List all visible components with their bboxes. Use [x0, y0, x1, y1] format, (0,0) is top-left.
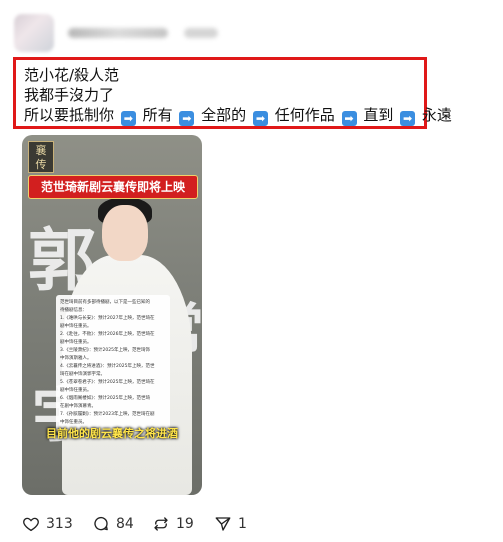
post-text-line-2: 我都手沒力了 — [24, 86, 115, 104]
blurred-username[interactable] — [68, 28, 168, 38]
person-face — [102, 205, 148, 261]
list-line: 4.《云襄传之将进酒》：预计2025年上映，范世 — [60, 364, 155, 369]
reply-button[interactable]: 84 — [92, 514, 134, 534]
right-arrow-icon: ➡ — [179, 111, 195, 126]
list-line: 剧中饰任重员。 — [60, 324, 92, 329]
repost-button[interactable]: 19 — [152, 514, 194, 534]
list-line: 3.《兰陵萧纪》：预计2025年上映，范世琦饰 — [60, 348, 150, 353]
post-text-line-3: 所以要抵制你 ➡ 所有 ➡ 全部的 ➡ 任何作品 ➡ 直到 ➡ 永遠 — [24, 105, 452, 126]
list-line: 琦在剧中饰演郭宇常。 — [60, 372, 105, 377]
text-segment: 任何作品 — [274, 106, 335, 124]
post-video-thumbnail[interactable]: 郭 宇 常 襄传 范世琦新剧云襄传即将上映 范世琦目前有多部待播剧，以下是一些已… — [22, 135, 202, 495]
list-line: 2.《赴往，不败》：预计2026年上映，范世琦在 — [60, 332, 155, 337]
text-segment: 永遠 — [421, 106, 452, 124]
title-banner: 范世琦新剧云襄传即将上映 — [28, 175, 198, 199]
drama-list-card: 范世琦目前有多部待播剧，以下是一些已知的 待播剧信息： 1.《难哄与长安》：预计… — [56, 295, 170, 433]
post-text-line-1: 范小花/殺人范 — [24, 66, 120, 84]
right-arrow-icon: ➡ — [341, 111, 357, 126]
right-arrow-icon: ➡ — [400, 111, 416, 126]
right-arrow-icon: ➡ — [252, 111, 268, 126]
video-subtitle: 目前他的剧云襄传之将进酒 — [46, 427, 178, 440]
list-line: 待播剧信息： — [60, 308, 87, 313]
text-segment: 所以要抵制你 — [24, 106, 115, 124]
post-actions-bar: 313 84 19 1 — [22, 514, 282, 534]
right-arrow-icon: ➡ — [120, 111, 136, 126]
avatar[interactable] — [14, 14, 54, 52]
list-line: 在剧中饰演慕青。 — [60, 404, 96, 409]
text-segment: 直到 — [363, 106, 394, 124]
comment-icon — [94, 516, 108, 531]
list-line: 1.《难哄与长安》：预计2027年上映，范世琦在 — [60, 316, 155, 321]
blurred-timestamp — [184, 28, 218, 38]
list-line: 7.《孙膑履剿》：预计2023年上映，范世琦在剧 — [60, 412, 155, 417]
drama-logo: 襄传 — [28, 141, 54, 173]
list-line: 范世琦目前有多部待播剧，以下是一些已知的 — [60, 300, 150, 305]
list-line: 6.《烟雨阁楼如》：预计2025年上映，范世琦 — [60, 396, 150, 401]
list-line: 剧中饰任重员。 — [60, 340, 92, 345]
list-line: 5.《苍翠卷君子》：预计2025年上映，范世琦在 — [60, 380, 155, 385]
heart-icon — [23, 517, 39, 532]
share-button[interactable]: 1 — [214, 514, 247, 534]
share-count: 1 — [238, 516, 247, 532]
like-count: 313 — [46, 516, 73, 532]
text-segment: 全部的 — [201, 106, 247, 124]
list-line: 剧中饰任重员。 — [60, 388, 92, 393]
repost-icon — [154, 517, 168, 531]
post-text-highlight: 范小花/殺人范 我都手沒力了 所以要抵制你 ➡ 所有 ➡ 全部的 ➡ 任何作品 … — [13, 57, 452, 129]
repost-count: 19 — [176, 516, 194, 532]
post-header — [14, 14, 314, 52]
reply-count: 84 — [116, 516, 134, 532]
list-line: 中饰演斯雅人。 — [60, 356, 92, 361]
text-segment: 所有 — [142, 106, 173, 124]
like-button[interactable]: 313 — [22, 514, 73, 534]
send-icon — [215, 517, 231, 531]
